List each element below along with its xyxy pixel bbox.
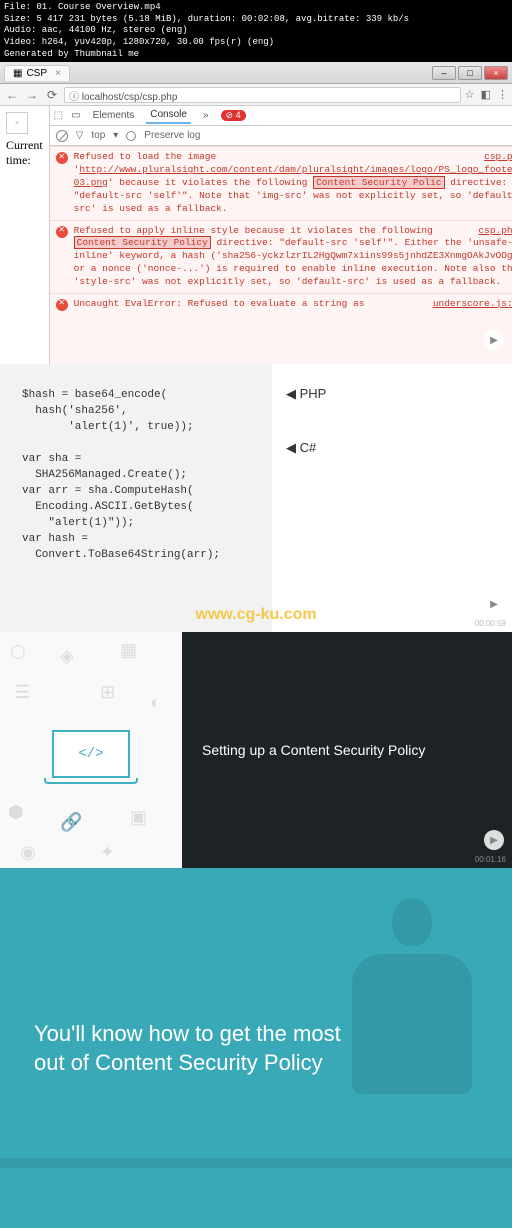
devtools-tab-bar: ⬚ ▭ Elements Console » ⊘ 4 ⋮ × — [50, 106, 512, 126]
error-icon: ✕ — [56, 226, 68, 238]
error-source[interactable]: underscore.js:1457 — [433, 298, 512, 311]
laptop-screen: </> — [52, 730, 130, 778]
decorative-icon: ✦ — [100, 842, 115, 863]
page-viewport: ▫ Current time: — [0, 106, 49, 364]
decorative-icon: ◐ — [150, 692, 161, 713]
error-icon: ✕ — [56, 152, 68, 164]
decorative-icon: ◉ — [20, 842, 36, 863]
forward-button[interactable]: → — [24, 87, 40, 103]
decorative-icon: ▣ — [130, 807, 147, 828]
person-silhouette — [332, 898, 492, 1158]
error-source[interactable]: csp.php:10 — [478, 225, 512, 238]
csp-highlight: Content Security Polic — [313, 176, 444, 189]
context-select[interactable]: top — [91, 130, 105, 141]
timestamp: 00:00:59 — [475, 619, 506, 628]
meta-size: Size: 5 417 231 bytes (5.18 MiB), durati… — [4, 14, 508, 26]
tab-favicon: ▦ — [13, 68, 22, 79]
devtools-menu-icon[interactable]: ⋮ — [508, 110, 512, 121]
preserve-log-label: Preserve log — [144, 130, 200, 141]
extension-icon[interactable]: ◧ — [481, 88, 491, 101]
console-error: ✕ csp.php:10 Refused to apply inline sty… — [50, 220, 512, 293]
tab-console[interactable]: Console — [146, 107, 191, 124]
window-controls: – □ × — [432, 66, 508, 80]
meta-video: Video: h264, yuv420p, 1280x720, 30.00 fp… — [4, 37, 508, 49]
slide-title: Setting up a Content Security Policy — [202, 742, 425, 758]
content-area: ▫ Current time: ⬚ ▭ Elements Console » ⊘… — [0, 106, 512, 364]
watermark: www.cg-ku.com — [0, 606, 512, 624]
label-csharp: ◀ C# — [286, 440, 498, 456]
tab-title: CSP — [26, 68, 47, 79]
star-icon[interactable]: ☆ — [465, 88, 475, 101]
console-toolbar: ▽ top ▾ Preserve log — [50, 126, 512, 146]
console-error: ✕ underscore.js:1457 Uncaught EvalError:… — [50, 293, 512, 315]
laptop-base — [44, 778, 138, 784]
meta-file: File: 01. Course Overview.mp4 — [4, 2, 508, 14]
filter-icon[interactable]: ▽ — [76, 130, 84, 141]
address-bar: ← → ⟳ ⓘ localhost/csp/csp.php ☆ ◧ ⋮ — [0, 84, 512, 106]
devtools-panel: ⬚ ▭ Elements Console » ⊘ 4 ⋮ × ▽ top ▾ P… — [49, 106, 512, 364]
device-icon[interactable]: ▭ — [71, 110, 80, 121]
browser-tab[interactable]: ▦ CSP × — [4, 65, 70, 81]
context-dropdown-icon[interactable]: ▾ — [113, 130, 118, 141]
error-icon: ✕ — [56, 299, 68, 311]
inspect-icon[interactable]: ⬚ — [54, 110, 63, 121]
preserve-log-checkbox[interactable] — [126, 131, 136, 141]
minimize-button[interactable]: – — [432, 66, 456, 80]
slide-text-line2: out of Content Security Policy — [34, 1048, 341, 1078]
page-text: Current time: — [6, 138, 43, 168]
menu-icon[interactable]: ⋮ — [497, 88, 508, 101]
clear-console-icon[interactable] — [56, 130, 68, 142]
video-metadata-overlay: File: 01. Course Overview.mp4 Size: 5 41… — [0, 0, 512, 62]
laptop-icon: </> — [44, 730, 138, 788]
timestamp: 00:01:16 — [475, 855, 506, 864]
slide-graphic-panel: ⬡ ◈ ▦ ☰ ⊞ ◐ ⬢ 🔗 ▣ ◉ ✦ </> — [0, 632, 182, 868]
decorative-icon: ▦ — [120, 640, 137, 661]
error-count-badge: ⊘ 4 — [221, 110, 246, 121]
decorative-icon: ⬢ — [8, 802, 24, 823]
url-text: localhost/csp/csp.php — [82, 92, 178, 103]
csp-highlight: Content Security Policy — [74, 236, 211, 249]
tab-elements[interactable]: Elements — [89, 108, 139, 123]
broken-image-icon: ▫ — [6, 112, 28, 134]
browser-tab-bar: ▦ CSP × – □ × — [0, 62, 512, 84]
tab-close-icon[interactable]: × — [55, 68, 61, 79]
code-slide: $hash = base64_encode( hash('sha256', 'a… — [0, 364, 512, 632]
maximize-button[interactable]: □ — [458, 66, 482, 80]
outcome-slide: You'll know how to get the most out of C… — [0, 868, 512, 1228]
decorative-icon: ⬡ — [10, 642, 26, 663]
title-slide: ⬡ ◈ ▦ ☰ ⊞ ◐ ⬢ 🔗 ▣ ◉ ✦ </> Setting up a C… — [0, 632, 512, 868]
decorative-icon: ☰ — [14, 682, 30, 703]
decorative-icon: ◈ — [60, 646, 74, 667]
console-error: ✕ csp.php:9 Refused to load the image 'h… — [50, 146, 512, 219]
code-labels: ◀ PHP ◀ C# — [272, 364, 512, 632]
close-button[interactable]: × — [484, 66, 508, 80]
meta-audio: Audio: aac, 44100 Hz, stereo (eng) — [4, 25, 508, 37]
label-php: ◀ PHP — [286, 386, 498, 402]
reload-button[interactable]: ⟳ — [44, 87, 60, 103]
decorative-icon: 🔗 — [60, 812, 82, 833]
insecure-icon: ⓘ — [69, 92, 79, 103]
slide-text-line1: You'll know how to get the most — [34, 1019, 341, 1049]
code-block: $hash = base64_encode( hash('sha256', 'a… — [0, 364, 272, 632]
slide-text: You'll know how to get the most out of C… — [34, 1019, 341, 1078]
error-source[interactable]: csp.php:9 — [484, 151, 512, 164]
meta-generated: Generated by Thumbnail me — [4, 49, 508, 61]
desk-line — [0, 1158, 512, 1168]
tab-more[interactable]: » — [199, 108, 213, 123]
slide-title-panel: Setting up a Content Security Policy — [182, 632, 512, 868]
decorative-icon: ⊞ — [100, 682, 115, 703]
back-button[interactable]: ← — [4, 87, 20, 103]
url-input[interactable]: ⓘ localhost/csp/csp.php — [64, 87, 461, 103]
console-output: ✕ csp.php:9 Refused to load the image 'h… — [50, 146, 512, 364]
